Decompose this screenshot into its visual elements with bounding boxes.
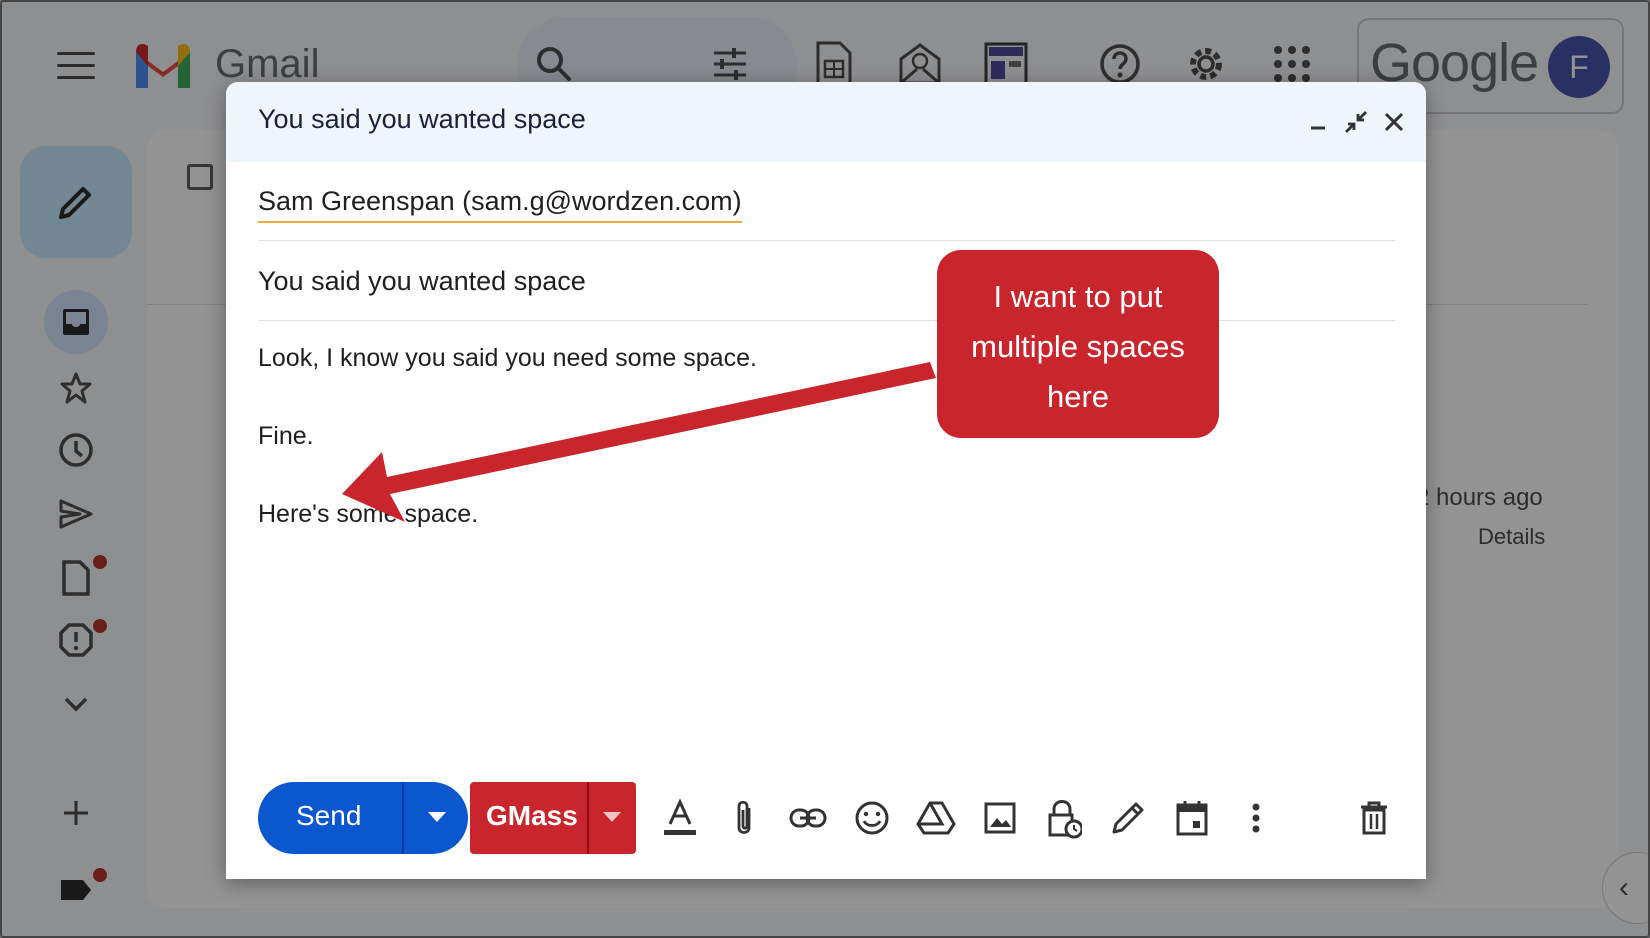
subject-field[interactable]: You said you wanted space — [258, 266, 586, 297]
body-line-1[interactable]: Look, I know you said you need some spac… — [258, 344, 757, 373]
callout-line-1: I want to put — [993, 279, 1163, 314]
minimize-button[interactable] — [1300, 104, 1336, 140]
subject-divider — [258, 320, 1395, 321]
exit-fullscreen-button[interactable] — [1338, 104, 1374, 140]
emoji-icon[interactable] — [848, 794, 896, 842]
compose-dialog: You said you wanted space Sam Greenspan … — [226, 82, 1426, 879]
text-format-icon[interactable] — [656, 794, 704, 842]
annotation-callout: I want to put multiple spaces here — [937, 250, 1219, 438]
image-icon[interactable] — [976, 794, 1024, 842]
close-button[interactable] — [1376, 104, 1412, 140]
send-options-arrow-icon[interactable] — [428, 812, 446, 822]
confidential-lock-icon[interactable] — [1040, 794, 1088, 842]
signature-pen-icon[interactable] — [1104, 794, 1152, 842]
callout-line-3: here — [1046, 379, 1110, 414]
link-icon[interactable] — [784, 794, 832, 842]
screen-frame: Gmail Google F 2 hours ago Details ‹ You… — [0, 0, 1650, 938]
schedule-calendar-icon[interactable] — [1168, 794, 1216, 842]
recipient-chip[interactable]: Sam Greenspan (sam.g@wordzen.com) — [258, 186, 742, 223]
attach-icon[interactable] — [720, 794, 768, 842]
gmass-options-arrow-icon[interactable] — [603, 812, 621, 822]
more-options-icon[interactable] — [1232, 794, 1280, 842]
compose-title: You said you wanted space — [258, 104, 586, 134]
minimize-icon — [1311, 126, 1325, 130]
drive-icon[interactable] — [912, 794, 960, 842]
send-button[interactable]: Send — [258, 782, 468, 854]
send-label: Send — [296, 800, 362, 831]
body-line-3[interactable]: Here's some space. — [258, 500, 478, 529]
gmass-label: GMass — [486, 800, 578, 831]
callout-line-2: multiple spaces — [971, 329, 1185, 364]
recipients-divider — [258, 240, 1395, 241]
close-icon — [1384, 112, 1404, 132]
discard-trash-icon[interactable] — [1350, 794, 1398, 842]
send-divider — [402, 782, 404, 854]
compose-header: You said you wanted space — [226, 82, 1426, 162]
gmass-divider — [587, 782, 589, 854]
body-line-2[interactable]: Fine. — [258, 422, 314, 451]
gmass-button[interactable]: GMass — [470, 782, 636, 854]
collapse-arrows-icon — [1345, 111, 1367, 133]
